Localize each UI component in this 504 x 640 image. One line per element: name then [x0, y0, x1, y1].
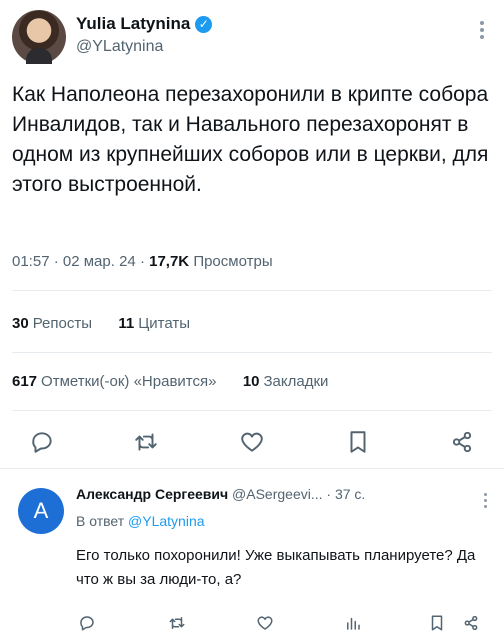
share-icon[interactable]	[458, 610, 484, 636]
reply-text: Его только похоронили! Уже выкапывать пл…	[76, 547, 476, 588]
quotes-label: Цитаты	[138, 315, 191, 332]
reply-icon[interactable]	[24, 424, 60, 460]
reply-header: Александр Сергеевич @ASergeevi... · 37 с…	[76, 486, 365, 502]
tweet-text: Как Наполеона перезахоронили в крипте со…	[12, 83, 489, 196]
reply-tweet[interactable]: A Александр Сергеевич @ASergeevi... · 37…	[0, 474, 504, 640]
reply-to-line: В ответ @YLatynina	[76, 513, 205, 529]
views-icon[interactable]	[340, 610, 366, 636]
share-icon[interactable]	[444, 424, 480, 460]
likes-link[interactable]: 617 Отметки(-ок) «Нравится»	[12, 373, 221, 390]
author-avatar[interactable]	[12, 10, 66, 64]
more-icon[interactable]	[472, 18, 492, 48]
divider	[12, 352, 492, 353]
meta-separator: ·	[53, 253, 59, 270]
tweet-header: Yulia Latynina ✓ @YLatynina	[12, 10, 492, 66]
likes-bookmarks-stats: 617 Отметки(-ок) «Нравится» 10 Закладки	[12, 373, 328, 390]
divider	[12, 410, 492, 411]
tweet-time[interactable]: 01:57	[12, 253, 50, 270]
like-icon[interactable]	[234, 424, 270, 460]
retweet-icon[interactable]	[128, 424, 164, 460]
retweet-icon[interactable]	[164, 610, 190, 636]
quotes-count: 11	[118, 315, 135, 332]
bookmarks-count: 10	[242, 373, 260, 390]
divider	[0, 468, 504, 469]
reply-actions	[0, 610, 504, 636]
tweet-meta: 01:57 · 02 мар. 24 · 17,7K Просмотры	[12, 253, 273, 270]
like-icon[interactable]	[252, 610, 278, 636]
bookmarks-link[interactable]: 10 Закладки	[243, 373, 329, 390]
reply-icon[interactable]	[74, 610, 100, 636]
reply-author-handle[interactable]: @ASergeevi...	[232, 486, 322, 502]
likes-count: 617	[12, 373, 38, 390]
author-handle[interactable]: @YLatynina	[76, 38, 163, 56]
bookmark-icon[interactable]	[424, 610, 450, 636]
reposts-link[interactable]: 30 Репосты	[12, 315, 96, 332]
views-count: 17,7K	[149, 253, 190, 270]
verified-icon: ✓	[195, 15, 213, 33]
reply-to-handle[interactable]: @YLatynina	[128, 513, 204, 529]
reposts-count: 30	[12, 315, 29, 332]
tweet-actions	[0, 424, 504, 460]
reply-avatar[interactable]: A	[18, 488, 64, 534]
more-icon[interactable]	[478, 490, 492, 514]
author-name[interactable]: Yulia Latynina	[76, 14, 190, 34]
bookmarks-label: Закладки	[263, 373, 329, 390]
reposts-label: Репосты	[32, 315, 92, 332]
tweet-date[interactable]: 02 мар. 24	[63, 253, 136, 270]
likes-label: Отметки(-ок) «Нравится»	[41, 373, 217, 390]
bookmark-icon[interactable]	[340, 424, 376, 460]
views-label: Просмотры	[193, 253, 273, 270]
meta-separator: ·	[139, 253, 145, 270]
author-name-row: Yulia Latynina ✓	[76, 14, 213, 34]
repost-quote-stats: 30 Репосты 11 Цитаты	[12, 315, 190, 332]
reply-time[interactable]: · 37 с.	[326, 486, 365, 502]
reply-author-name[interactable]: Александр Сергеевич	[76, 486, 228, 502]
reply-to-prefix: В ответ	[76, 513, 125, 529]
divider	[12, 290, 492, 291]
quotes-link[interactable]: 11 Цитаты	[118, 315, 190, 332]
